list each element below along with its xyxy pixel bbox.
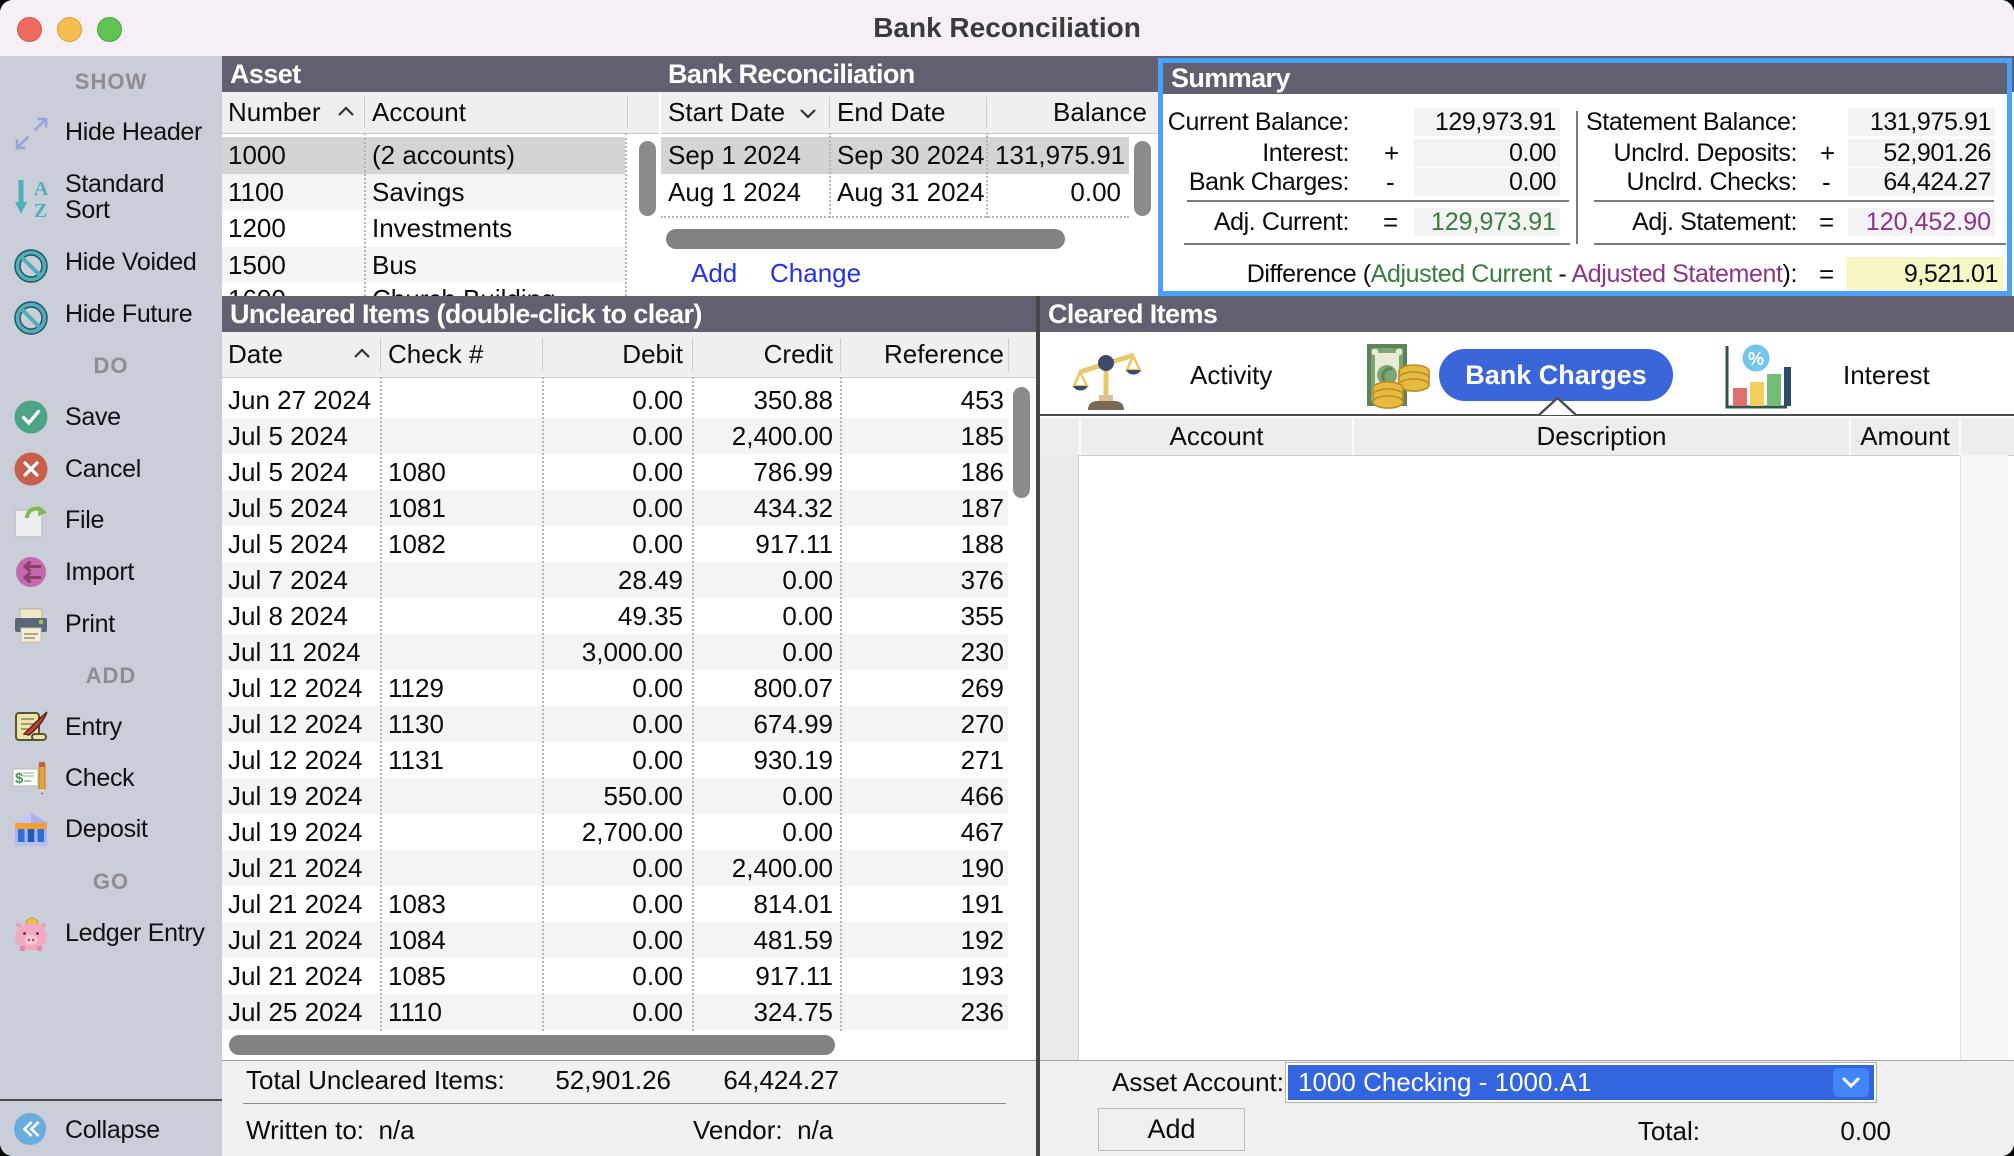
svg-text:$: $ xyxy=(15,770,24,787)
svg-text:%: % xyxy=(1748,349,1764,369)
svg-text:A: A xyxy=(34,178,49,200)
svg-text:Z: Z xyxy=(34,200,47,218)
